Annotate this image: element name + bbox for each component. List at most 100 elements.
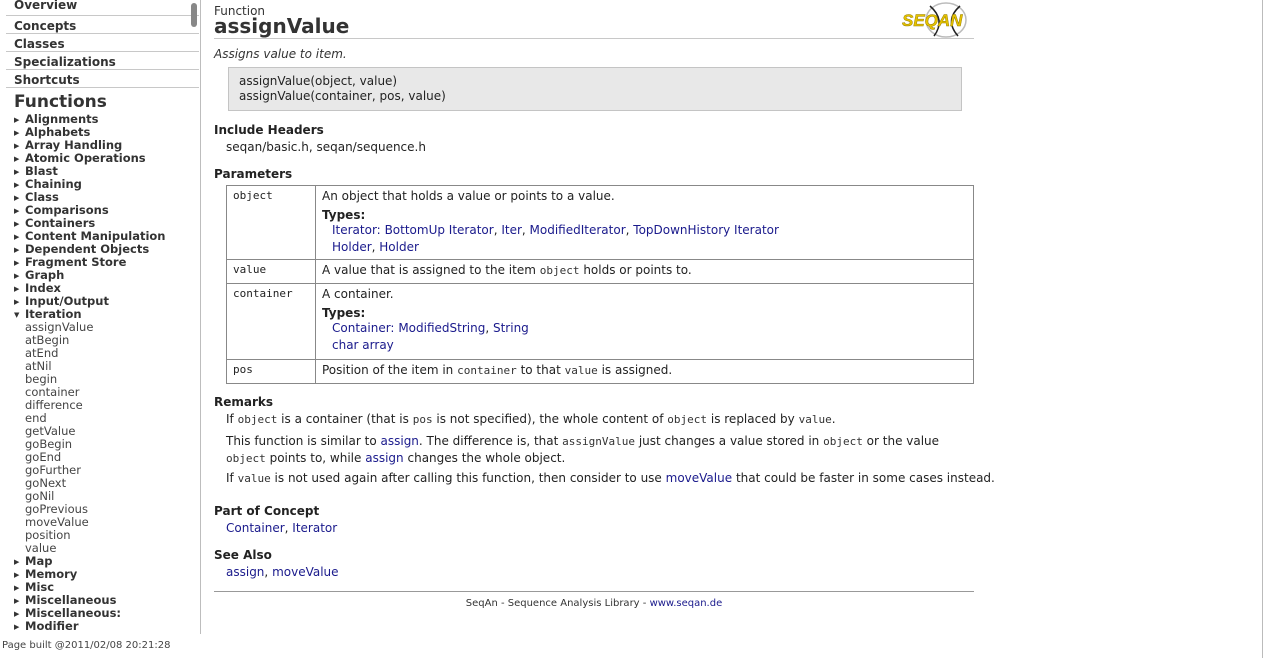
assign-link[interactable]: assign (381, 434, 419, 448)
remark-text: is not specified), the whole content of (436, 412, 664, 426)
inline-code: object (823, 435, 863, 448)
seqan-logo[interactable]: SEQAN (900, 0, 972, 40)
assign-link[interactable]: assign (365, 451, 403, 465)
remark-text: If (226, 471, 234, 485)
sidebar: Overview Concepts Classes Specialization… (0, 0, 201, 634)
param-desc: An object that holds a value or points t… (315, 185, 974, 260)
remark-text: If (226, 412, 234, 426)
param-name: container (226, 283, 316, 360)
signature-line: assignValue(container, pos, value) (239, 89, 446, 103)
types-label: Types: (322, 306, 366, 320)
remark-text: is not used again after calling this fun… (274, 471, 662, 485)
inline-code: value (237, 472, 271, 485)
parameters-heading: Parameters (214, 167, 293, 181)
inline-code: assignValue (562, 435, 636, 448)
type-link[interactable]: Iter (501, 223, 522, 237)
remark-text: changes the whole object. (407, 451, 566, 465)
sidebar-group-label: Input/Output (25, 294, 109, 308)
concept-link[interactable]: Container (226, 521, 285, 535)
param-desc: A container. Types: Container: ModifiedS… (315, 283, 974, 360)
param-desc-text: A value that is assigned to the item (322, 263, 536, 277)
header-divider (214, 38, 974, 39)
sidebar-group[interactable]: ▶ Modifier (0, 620, 200, 633)
footer-text: SeqAn - Sequence Analysis Library - (465, 598, 647, 609)
param-desc-text: holds or points to. (583, 263, 692, 277)
sidebar-group-label: Miscellaneous (25, 593, 117, 607)
signature-box: assignValue(object, value) assignValue(c… (228, 67, 962, 111)
concept-links: Container, Iterator (226, 521, 338, 535)
sidebar-group-label: Blast (25, 164, 58, 178)
footer: SeqAn - Sequence Analysis Library - www.… (214, 598, 974, 609)
part-of-concept-heading: Part of Concept (214, 504, 320, 518)
param-desc-text: Position of the item in (322, 363, 454, 377)
sidebar-scrollbar[interactable] (191, 3, 197, 27)
type-category-link[interactable]: Iterator: (332, 223, 381, 237)
types-list: Iterator: BottomUp Iterator, Iter, Modif… (332, 223, 779, 254)
movevalue-link[interactable]: moveValue (666, 471, 732, 485)
nav-specializations[interactable]: Specializations (6, 52, 199, 70)
remark-text: This function is similar to (226, 434, 377, 448)
sidebar-group-label: Map (25, 554, 53, 568)
see-also-heading: See Also (214, 548, 272, 562)
param-desc-text: An object that holds a value or points t… (322, 189, 615, 203)
sidebar-group-label: Alphabets (25, 125, 91, 139)
type-category-link[interactable]: Container: (332, 321, 394, 335)
param-name: pos (226, 359, 316, 384)
see-also-link[interactable]: assign (226, 565, 264, 579)
inline-code: pos (412, 413, 433, 426)
param-desc-text: is assigned. (601, 363, 673, 377)
nav-concepts[interactable]: Concepts (6, 16, 199, 34)
table-row: object An object that holds a value or p… (226, 185, 974, 260)
nav-classes[interactable]: Classes (6, 34, 199, 52)
sidebar-group-label: Array Handling (25, 138, 123, 152)
concept-link[interactable]: Iterator (292, 521, 337, 535)
footer-link[interactable]: www.seqan.de (650, 598, 723, 609)
signature-line: assignValue(object, value) (239, 74, 398, 88)
types-list: Container: ModifiedString, String char a… (332, 321, 529, 352)
type-link[interactable]: char array (332, 338, 394, 352)
type-link[interactable]: String (493, 321, 529, 335)
sidebar-group-label: Comparisons (25, 203, 109, 217)
param-name: object (226, 185, 316, 260)
table-row: pos Position of the item in container to… (226, 359, 974, 384)
parameters-table: object An object that holds a value or p… (226, 185, 974, 384)
type-link[interactable]: Holder (379, 240, 419, 254)
sidebar-group-label: Class (25, 190, 59, 204)
include-headers-text: seqan/basic.h, seqan/sequence.h (226, 140, 426, 154)
remark-paragraph: This function is similar to assign. The … (226, 433, 939, 467)
type-link[interactable]: TopDownHistory Iterator (633, 223, 779, 237)
type-link[interactable]: Holder (332, 240, 372, 254)
remark-text: . The difference is, that (418, 434, 559, 448)
sidebar-heading: Functions (14, 92, 107, 112)
function-summary: Assigns value to item. (214, 47, 347, 61)
triangle-right-icon: ▶ (14, 623, 20, 631)
page-built-timestamp: Page built @2011/02/08 20:21:28 (2, 640, 171, 651)
type-link[interactable]: ModifiedIterator (530, 223, 626, 237)
remark-paragraph: If object is a container (that is pos is… (226, 412, 836, 426)
sidebar-group-label: Containers (25, 216, 96, 230)
sidebar-group-label: Miscellaneous: (25, 606, 122, 620)
inline-code: value (798, 413, 832, 426)
nav-overview[interactable]: Overview (6, 0, 199, 16)
nav-shortcuts[interactable]: Shortcuts (6, 70, 199, 88)
inline-code: object (226, 452, 266, 465)
inline-code: object (539, 264, 580, 277)
sidebar-group-label: Chaining (25, 177, 82, 191)
see-also-link[interactable]: moveValue (272, 565, 338, 579)
sidebar-group-label: Iteration (25, 307, 82, 321)
remark-text: just changes a value stored in (638, 434, 820, 448)
sidebar-group-label: Dependent Objects (25, 242, 150, 256)
remark-text: . (831, 412, 836, 426)
triangle-down-icon: ▼ (14, 311, 20, 319)
sidebar-group-label: Alignments (25, 112, 99, 126)
sidebar-group-label: Misc (25, 580, 55, 594)
remark-text: is a container (that is (281, 412, 409, 426)
type-link[interactable]: ModifiedString (398, 321, 485, 335)
remark-paragraph: If value is not used again after calling… (226, 471, 995, 485)
inline-code: value (564, 364, 598, 377)
sidebar-group-label: Atomic Operations (25, 151, 146, 165)
type-link[interactable]: BottomUp Iterator (385, 223, 494, 237)
sidebar-group-label: Content Manipulation (25, 229, 166, 243)
inline-code: container (457, 364, 517, 377)
table-row: value A value that is assigned to the it… (226, 259, 974, 284)
